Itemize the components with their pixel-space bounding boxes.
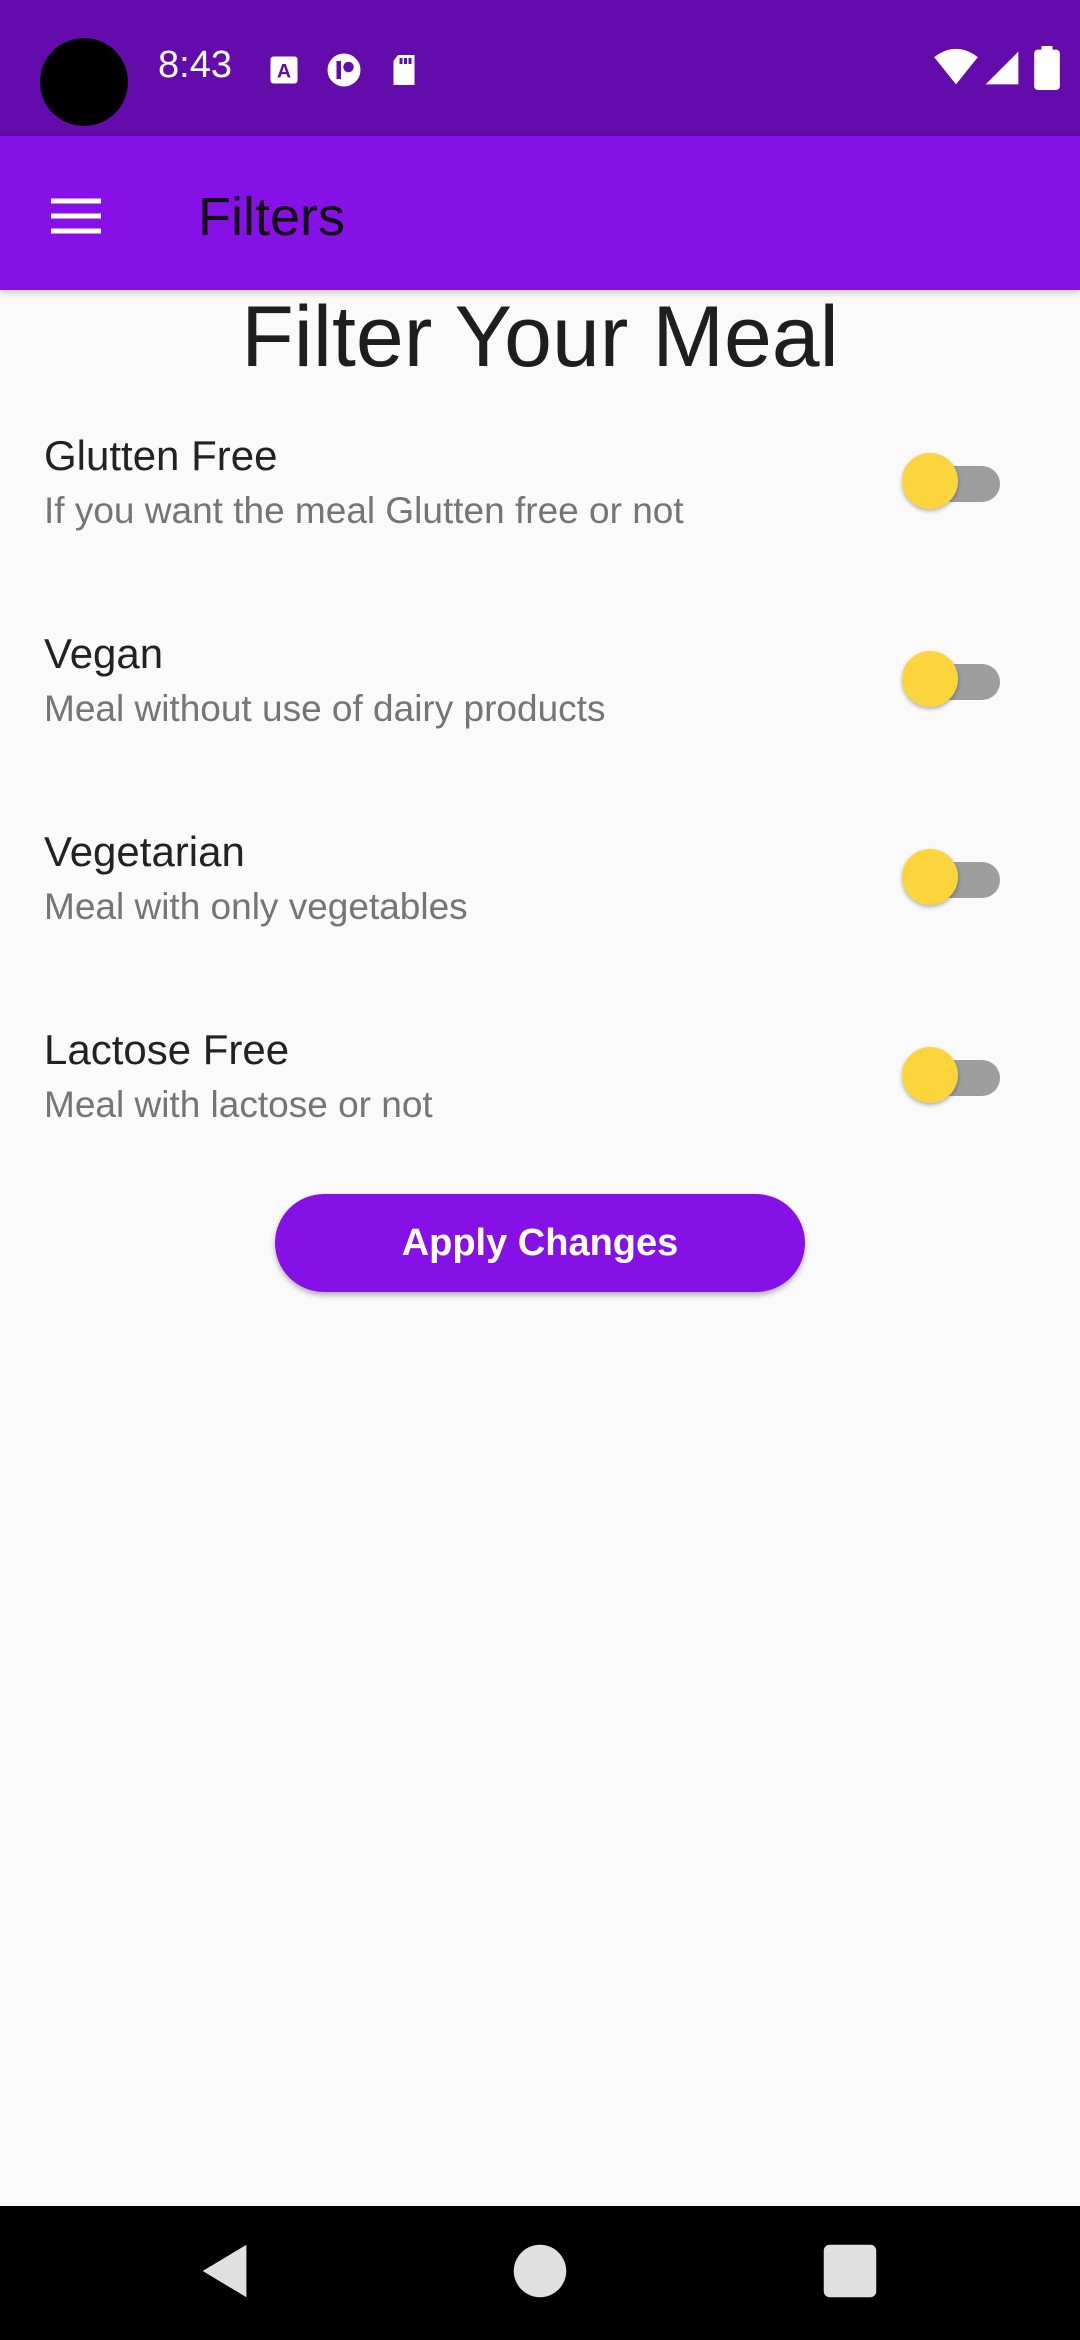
filter-title: Vegetarian	[44, 828, 245, 875]
sd-card-icon	[393, 55, 415, 85]
switch-thumb	[902, 651, 958, 707]
camera-cutout	[40, 38, 128, 126]
filter-subtitle: Meal without use of dairy products	[44, 688, 606, 729]
switch-thumb	[902, 1047, 958, 1103]
filter-row-vegan: Vegan Meal without use of dairy products	[0, 630, 1080, 800]
status-bar: 8:43 A	[0, 0, 1080, 136]
apply-changes-button[interactable]: Apply Changes	[275, 1194, 805, 1292]
app-bar: Filters	[0, 136, 1080, 290]
signal-icon	[985, 51, 1019, 85]
filter-subtitle: If you want the meal Glutten free or not	[44, 490, 684, 531]
lactose-free-switch[interactable]	[900, 1044, 1004, 1106]
filter-title: Glutten Free	[44, 432, 278, 479]
filter-row-glutten-free: Glutten Free If you want the meal Glutte…	[0, 432, 1080, 602]
filter-subtitle: Meal with only vegetables	[44, 886, 468, 927]
system-nav-bar	[0, 2206, 1080, 2340]
recents-icon[interactable]	[815, 2236, 885, 2306]
page-heading: Filter Your Meal	[241, 289, 839, 385]
glutten-free-switch[interactable]	[900, 450, 1004, 512]
filter-title: Vegan	[44, 630, 164, 677]
back-icon[interactable]	[191, 2236, 261, 2306]
filter-subtitle: Meal with lactose or not	[44, 1084, 433, 1125]
vegetarian-switch[interactable]	[900, 846, 1004, 908]
status-time: 8:43	[158, 44, 232, 86]
filter-title: Lactose Free	[44, 1026, 290, 1073]
hamburger-menu-icon[interactable]	[46, 186, 106, 246]
filter-row-vegetarian: Vegetarian Meal with only vegetables	[0, 828, 1080, 998]
wifi-icon	[934, 48, 978, 85]
home-icon[interactable]	[505, 2236, 575, 2306]
vegan-switch[interactable]	[900, 648, 1004, 710]
svg-text:A: A	[277, 61, 291, 83]
battery-icon	[1034, 46, 1060, 90]
text-a-icon: A	[270, 56, 298, 84]
filter-row-lactose-free: Lactose Free Meal with lactose or not	[0, 1026, 1080, 1196]
notification-circle-icon	[327, 53, 361, 87]
switch-thumb	[902, 849, 958, 905]
switch-thumb	[902, 453, 958, 509]
app-bar-title: Filters	[198, 187, 345, 247]
